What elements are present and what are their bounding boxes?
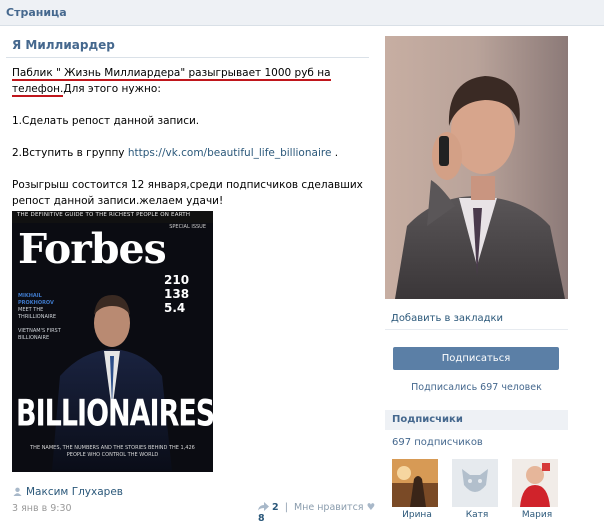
- cover-headline: BILLIONAIRES: [16, 393, 213, 435]
- share-icon[interactable]: [258, 502, 269, 511]
- post-header: Я Миллиардер: [6, 36, 369, 58]
- cover-side-line1: MEET THE THRILLIONAIRE: [18, 307, 57, 320]
- cover-logo: Forbes: [18, 225, 167, 273]
- subscribers-header[interactable]: Подписчики: [385, 410, 568, 430]
- group-link[interactable]: https://vk.com/beautiful_life_billionair…: [128, 147, 332, 159]
- avatar: [512, 459, 558, 507]
- post-author[interactable]: Максим Глухарев: [26, 486, 123, 498]
- post-text: Паблик " Жизнь Миллиардера" разыгрывает …: [12, 65, 368, 209]
- like-count[interactable]: 8: [258, 513, 265, 523]
- like-button[interactable]: Мне нравится: [294, 502, 364, 513]
- community-photo[interactable]: [385, 36, 568, 299]
- top-bar: Страница: [0, 0, 604, 26]
- highlighted-text: Паблик " Жизнь Миллиардера" разыгрывает …: [12, 67, 331, 97]
- post-draw-text: Розыгрыш состоится 12 января,среди подпи…: [12, 179, 363, 207]
- community-photo-image: [385, 36, 568, 299]
- subscribed-count[interactable]: Подписались 697 человек: [385, 382, 568, 393]
- member-name: Мария: [521, 510, 553, 520]
- cover-stat-1: 210: [164, 273, 190, 287]
- breadcrumb[interactable]: Страница: [6, 6, 67, 19]
- post-actions: 2 | Мне нравится ♥ 8: [258, 502, 376, 523]
- post-column: Я Миллиардер Паблик " Жизнь Миллиардера"…: [0, 27, 376, 523]
- subscribers-title: Подписчики: [392, 414, 463, 425]
- cover-subtitle: THE NAMES, THE NUMBERS AND THE STORIES B…: [30, 445, 195, 458]
- cover-side-line2: VIETNAM'S FIRST BILLIONAIRE: [18, 328, 61, 341]
- divider: [385, 329, 568, 330]
- cover-side-name: MIKHAIL PROKHOROV: [18, 293, 54, 306]
- sidebar: Добавить в закладки Подписаться Подписал…: [376, 27, 604, 523]
- member-item[interactable]: Катя: [452, 459, 502, 520]
- heart-icon[interactable]: ♥: [367, 502, 376, 513]
- repost-count[interactable]: 2: [272, 502, 279, 513]
- forbes-cover-image[interactable]: THE DEFINITIVE GUIDE TO THE RICHEST PEOP…: [12, 211, 213, 472]
- cover-stat-2: 138: [164, 287, 190, 301]
- avatar: [452, 459, 498, 507]
- member-item[interactable]: Мария: [512, 459, 562, 520]
- cover-stat-3: 5.4: [164, 301, 186, 315]
- subscribers-count[interactable]: 697 подписчиков: [392, 437, 483, 448]
- post-line1-rest: Для этого нужно:: [63, 83, 161, 95]
- avatar: [392, 459, 438, 507]
- subscribe-button[interactable]: Подписаться: [393, 347, 559, 370]
- cover-stats: 210 138 5.4: [164, 274, 190, 314]
- member-name: Ирина: [402, 510, 432, 520]
- member-name: Катя: [465, 510, 489, 520]
- post-step1: 1.Сделать репост данной записи.: [12, 115, 200, 127]
- post-date[interactable]: 3 янв в 9:30: [12, 503, 72, 514]
- member-item[interactable]: Ирина: [392, 459, 442, 520]
- post-step2-prefix: 2.Вступить в группу: [12, 147, 128, 159]
- user-icon: [13, 487, 22, 496]
- add-bookmark-link[interactable]: Добавить в закладки: [391, 313, 503, 324]
- post-title[interactable]: Я Миллиардер: [12, 38, 115, 52]
- cover-side-text: MIKHAIL PROKHOROV MEET THE THRILLIONAIRE…: [18, 293, 78, 342]
- post-step2-suffix: .: [331, 147, 339, 159]
